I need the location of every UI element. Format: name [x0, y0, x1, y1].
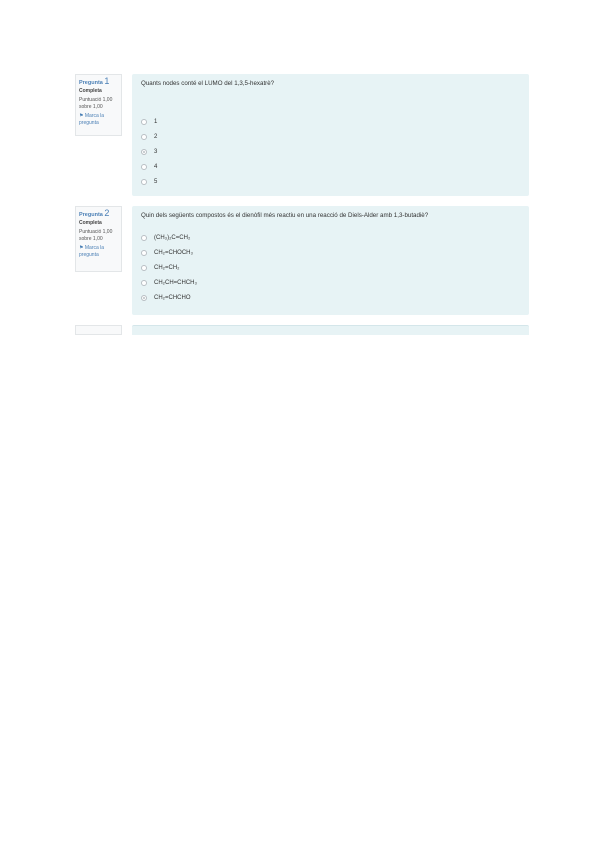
- radio-button[interactable]: [141, 279, 147, 286]
- flag-question-link[interactable]: ⚑ Marca la pregunta: [79, 245, 118, 258]
- radio-button[interactable]: [141, 264, 147, 271]
- answer-list: (CH₃)₂C=CH₂ CH₂=CHOCH₃ CH₂=CH₂ CH₂CH=CHC…: [141, 230, 520, 305]
- question-state: Completa: [79, 87, 102, 94]
- answer-option[interactable]: 2: [141, 129, 520, 144]
- flag-question-link[interactable]: ⚑ Marca la pregunta: [79, 113, 118, 126]
- answer-option[interactable]: 4: [141, 159, 520, 174]
- answer-option[interactable]: 5: [141, 174, 520, 189]
- radio-button-selected[interactable]: [141, 294, 147, 301]
- answer-list: 1 2 3 4 5: [141, 114, 520, 189]
- flag-icon: ⚑: [79, 245, 84, 251]
- question-info: Pregunta 2 Completa Puntuació 1,00 sobre…: [75, 206, 122, 272]
- answer-label: (CH₃)₂C=CH₂: [154, 234, 191, 241]
- answer-option[interactable]: (CH₃)₂C=CH₂: [141, 230, 520, 245]
- question-grade: Puntuació 1,00 sobre 1,00: [79, 97, 113, 110]
- radio-button[interactable]: [141, 249, 147, 256]
- answer-option[interactable]: CH₂CH=CHCH₃: [141, 275, 520, 290]
- question-1: Pregunta 1 Completa Puntuació 1,00 sobre…: [75, 74, 529, 196]
- question-info: [75, 325, 122, 335]
- answer-label: 5: [154, 178, 158, 185]
- question-content: Quants nodes conté el LUMO del 1,3,5-hex…: [132, 74, 529, 196]
- question-content: Quin dels següents compostos és el dienò…: [132, 206, 529, 315]
- question-number: Pregunta 1: [79, 76, 110, 87]
- question-text: Quin dels següents compostos és el dienò…: [141, 212, 429, 219]
- answer-label: CH₂=CHOCH₃: [154, 249, 193, 256]
- radio-button[interactable]: [141, 178, 147, 185]
- answer-label: CH₂CH=CHCH₃: [154, 279, 197, 286]
- question-number: Pregunta 2: [79, 208, 110, 219]
- question-3: [75, 325, 529, 335]
- answer-label: 2: [154, 133, 158, 140]
- answer-label: CH₂=CH₂: [154, 264, 180, 271]
- radio-button[interactable]: [141, 163, 147, 170]
- radio-button[interactable]: [141, 118, 147, 125]
- radio-button[interactable]: [141, 234, 147, 241]
- question-2: Pregunta 2 Completa Puntuació 1,00 sobre…: [75, 206, 529, 315]
- question-content: [132, 325, 529, 335]
- answer-option[interactable]: CH₂=CH₂: [141, 260, 520, 275]
- answer-label: 4: [154, 163, 158, 170]
- question-text: Quants nodes conté el LUMO del 1,3,5-hex…: [141, 80, 275, 87]
- flag-icon: ⚑: [79, 113, 84, 119]
- radio-button-selected[interactable]: [141, 148, 147, 155]
- radio-button[interactable]: [141, 133, 147, 140]
- question-grade: Puntuació 1,00 sobre 1,00: [79, 229, 113, 242]
- answer-option[interactable]: 1: [141, 114, 520, 129]
- answer-label: 3: [154, 148, 158, 155]
- answer-option[interactable]: 3: [141, 144, 520, 159]
- question-info: Pregunta 1 Completa Puntuació 1,00 sobre…: [75, 74, 122, 136]
- answer-option[interactable]: CH₂=CHCHO: [141, 290, 520, 305]
- answer-option[interactable]: CH₂=CHOCH₃: [141, 245, 520, 260]
- answer-label: CH₂=CHCHO: [154, 294, 191, 301]
- answer-label: 1: [154, 118, 158, 125]
- question-state: Completa: [79, 219, 102, 226]
